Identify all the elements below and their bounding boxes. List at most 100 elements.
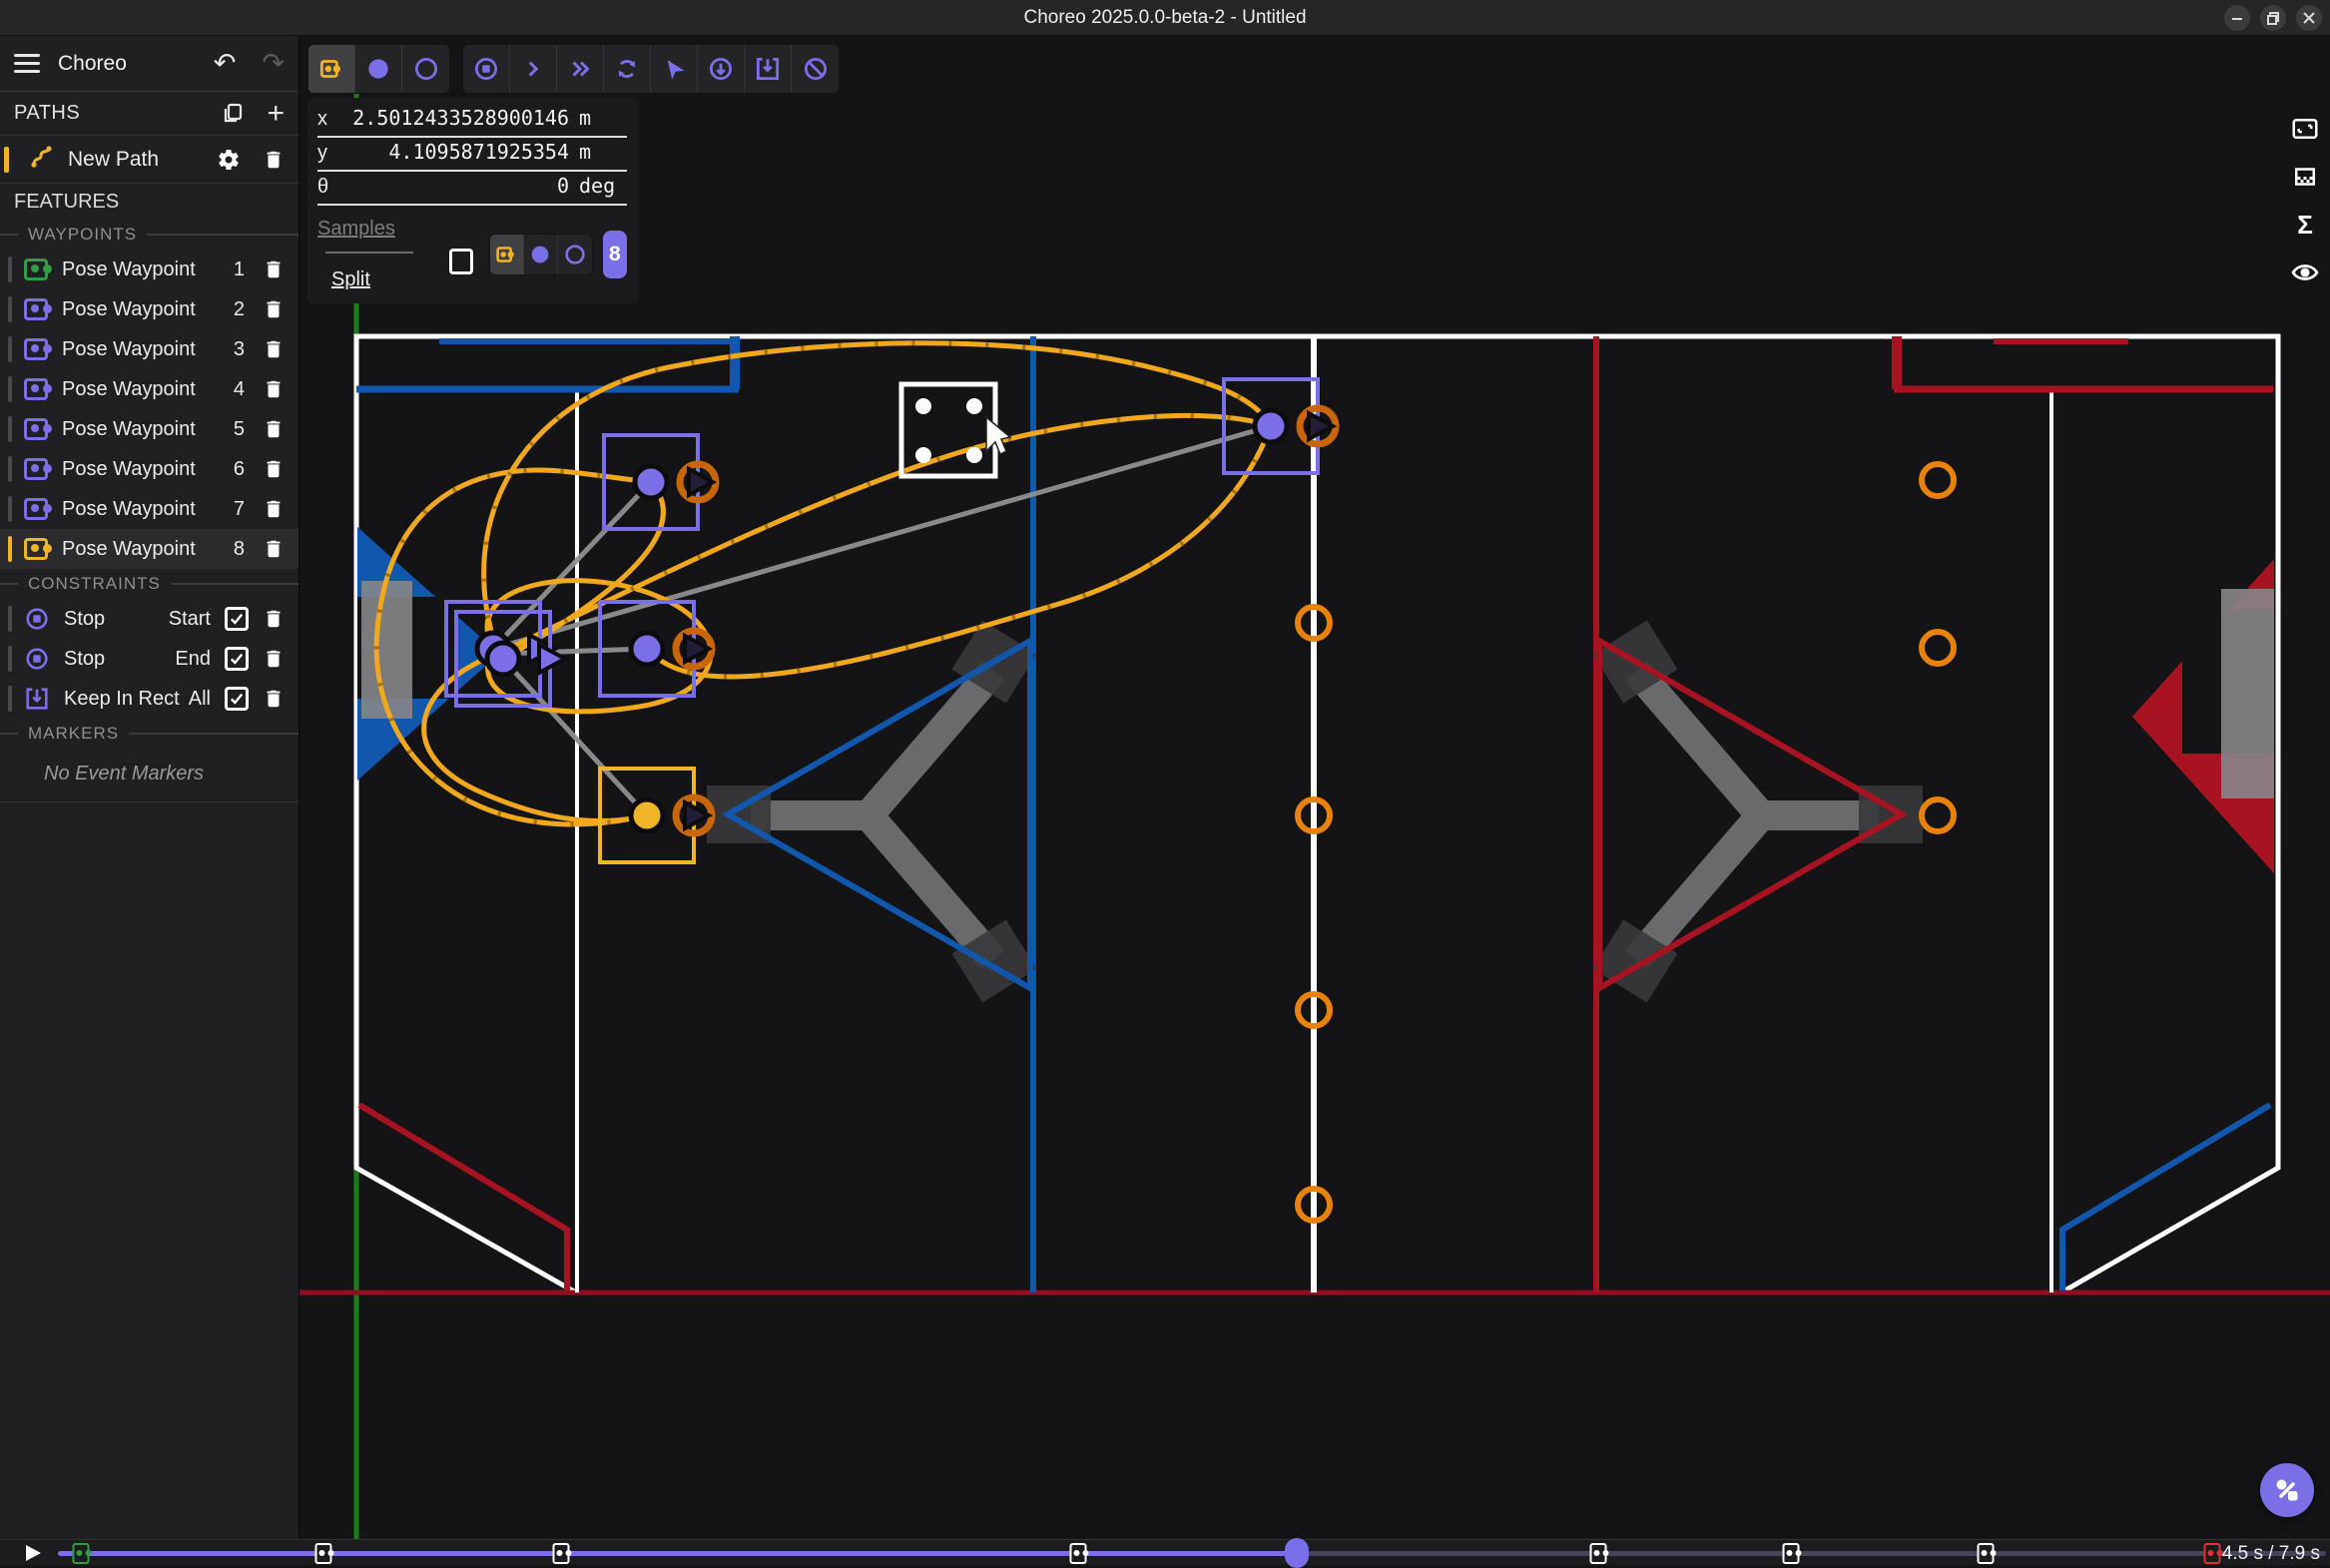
- delete-waypoint-button[interactable]: [263, 418, 285, 440]
- split-button[interactable]: Split: [331, 268, 370, 291]
- red-speaker: [2132, 559, 2274, 873]
- pose-waypoint-icon: [316, 54, 346, 84]
- constraint-enabled-checkbox[interactable]: [225, 687, 249, 711]
- split-checkbox[interactable]: [449, 249, 472, 274]
- timeline-waypoint-marker[interactable]: [2204, 1543, 2221, 1564]
- keep-in-circle-tool[interactable]: [698, 45, 745, 93]
- constraint-enabled-checkbox[interactable]: [225, 647, 249, 671]
- timeline-waypoint-marker[interactable]: [1589, 1543, 1606, 1564]
- waypoint-row[interactable]: Pose Waypoint3: [0, 329, 298, 369]
- y-value-input[interactable]: 4.1095871925354: [339, 140, 569, 164]
- path-settings-button[interactable]: [217, 148, 241, 172]
- duplicate-path-button[interactable]: [221, 102, 245, 126]
- delete-waypoint-button[interactable]: [263, 259, 285, 280]
- robot-preview: [901, 384, 995, 476]
- field-image-toggle[interactable]: [2288, 112, 2322, 146]
- grid-toggle[interactable]: [2288, 160, 2322, 194]
- max-acceleration-tool[interactable]: [557, 45, 604, 93]
- constraint-enabled-checkbox[interactable]: [225, 607, 249, 631]
- visibility-toggle[interactable]: [2288, 256, 2322, 289]
- trajectory-path[interactable]: [376, 343, 1271, 824]
- waypoint-row[interactable]: Pose Waypoint8: [0, 529, 298, 569]
- stop-point-tool[interactable]: [463, 45, 510, 93]
- row-indicator: [8, 257, 12, 282]
- delete-waypoint-button[interactable]: [263, 338, 285, 360]
- minimize-icon: [2230, 11, 2244, 25]
- pose-waypoint-tool[interactable]: [308, 45, 355, 93]
- waypoint-row[interactable]: Pose Waypoint2: [0, 289, 298, 329]
- empty-waypoint-tool[interactable]: [402, 45, 449, 93]
- details-toggle[interactable]: Σ: [2288, 208, 2322, 242]
- timeline-waypoint-marker[interactable]: [1978, 1543, 1995, 1564]
- samples-input[interactable]: [325, 252, 413, 254]
- timeline-track[interactable]: [58, 1551, 2326, 1556]
- delete-waypoint-button[interactable]: [263, 498, 285, 520]
- waypoint-label: Pose Waypoint: [62, 259, 234, 281]
- restore-button[interactable]: [2260, 5, 2286, 31]
- field-waypoint[interactable]: [1224, 379, 1336, 473]
- waypoint-dot[interactable]: [631, 799, 663, 831]
- redo-button[interactable]: ↷: [262, 48, 285, 79]
- variables-fab[interactable]: [2260, 1463, 2314, 1517]
- empty-waypoint-icon: [411, 54, 441, 84]
- keep-in-rectangle-tool[interactable]: [745, 45, 792, 93]
- waypoint-row[interactable]: Pose Waypoint1: [0, 250, 298, 289]
- path-item[interactable]: New Path: [0, 136, 298, 184]
- mini-translation-waypoint-button[interactable]: [524, 235, 558, 274]
- row-indicator: [8, 496, 12, 522]
- delete-waypoint-button[interactable]: [263, 378, 285, 400]
- timeline-waypoint-marker[interactable]: [553, 1543, 570, 1564]
- delete-constraint-button[interactable]: [263, 608, 285, 630]
- timeline-waypoint-marker[interactable]: [314, 1543, 331, 1564]
- max-angular-velocity-tool[interactable]: [604, 45, 651, 93]
- waypoint-dot[interactable]: [631, 633, 663, 665]
- waypoint-row[interactable]: Pose Waypoint5: [0, 409, 298, 449]
- x-value-input[interactable]: 2.5012433528900146: [339, 106, 569, 130]
- undo-button[interactable]: ↶: [214, 48, 237, 79]
- keep-out-tool[interactable]: [792, 45, 839, 93]
- waypoint-dot[interactable]: [1255, 410, 1287, 442]
- timeline-waypoint-marker[interactable]: [72, 1543, 89, 1564]
- trash-icon: [263, 608, 285, 630]
- timeline-waypoint-marker[interactable]: [1070, 1543, 1087, 1564]
- delete-waypoint-button[interactable]: [263, 458, 285, 480]
- x-label: x: [317, 108, 339, 131]
- constraint-row[interactable]: StopEnd: [0, 639, 298, 679]
- minimize-button[interactable]: [2224, 5, 2250, 31]
- menu-icon[interactable]: [14, 54, 40, 73]
- timeline-handle[interactable]: [1285, 1538, 1309, 1568]
- mouse-cursor: [986, 417, 1010, 454]
- theta-value-input[interactable]: 0: [339, 174, 569, 198]
- constraint-row[interactable]: StopStart: [0, 599, 298, 639]
- field-canvas[interactable]: x 2.5012433528900146 m y 4.1095871925354…: [299, 36, 2330, 1539]
- double-chevron-icon: [565, 54, 595, 84]
- play-button[interactable]: [26, 1545, 41, 1561]
- waypoint-row[interactable]: Pose Waypoint4: [0, 369, 298, 409]
- row-indicator: [8, 376, 12, 402]
- waypoint-row[interactable]: Pose Waypoint6: [0, 449, 298, 489]
- waypoint-dot[interactable]: [487, 643, 519, 675]
- waypoint-dot[interactable]: [635, 466, 667, 498]
- delete-waypoint-button[interactable]: [263, 538, 285, 560]
- waypoint-index-badge[interactable]: 8: [603, 231, 627, 278]
- delete-path-button[interactable]: [263, 149, 285, 171]
- samples-label[interactable]: Samples: [317, 218, 395, 240]
- mini-pose-waypoint-button[interactable]: [490, 235, 524, 274]
- add-path-button[interactable]: +: [267, 97, 285, 131]
- close-button[interactable]: [2296, 5, 2322, 31]
- keep-in-rect-constraint-icon: [24, 686, 50, 712]
- translation-waypoint-tool[interactable]: [355, 45, 402, 93]
- translation-waypoint-icon: [363, 54, 393, 84]
- waypoint-label: Pose Waypoint: [62, 418, 234, 441]
- mini-empty-waypoint-button[interactable]: [558, 235, 592, 274]
- delete-constraint-button[interactable]: [263, 688, 285, 710]
- delete-waypoint-button[interactable]: [263, 298, 285, 320]
- waypoint-row[interactable]: Pose Waypoint7: [0, 489, 298, 529]
- trajectory-samples: [376, 343, 1271, 824]
- constraint-row[interactable]: Keep In RectAll: [0, 679, 298, 719]
- point-at-tool[interactable]: [651, 45, 698, 93]
- row-indicator: [8, 336, 12, 362]
- max-velocity-tool[interactable]: [510, 45, 557, 93]
- delete-constraint-button[interactable]: [263, 648, 285, 670]
- timeline-waypoint-marker[interactable]: [1782, 1543, 1799, 1564]
